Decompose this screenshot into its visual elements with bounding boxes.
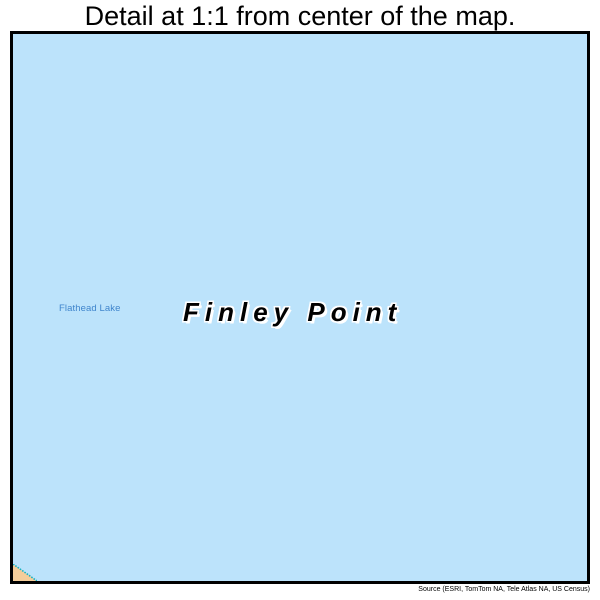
map-label-flathead-lake: Flathead Lake (59, 303, 121, 314)
map-frame[interactable]: Flathead Lake Finley Point (10, 31, 590, 584)
map-label-finley-point: Finley Point (183, 297, 403, 327)
source-credit: Source (ESRI, TomTom NA, Tele Atlas NA, … (418, 586, 590, 593)
land-polygon-shoreline (13, 564, 37, 581)
page-title: Detail at 1:1 from center of the map. (84, 1, 516, 31)
